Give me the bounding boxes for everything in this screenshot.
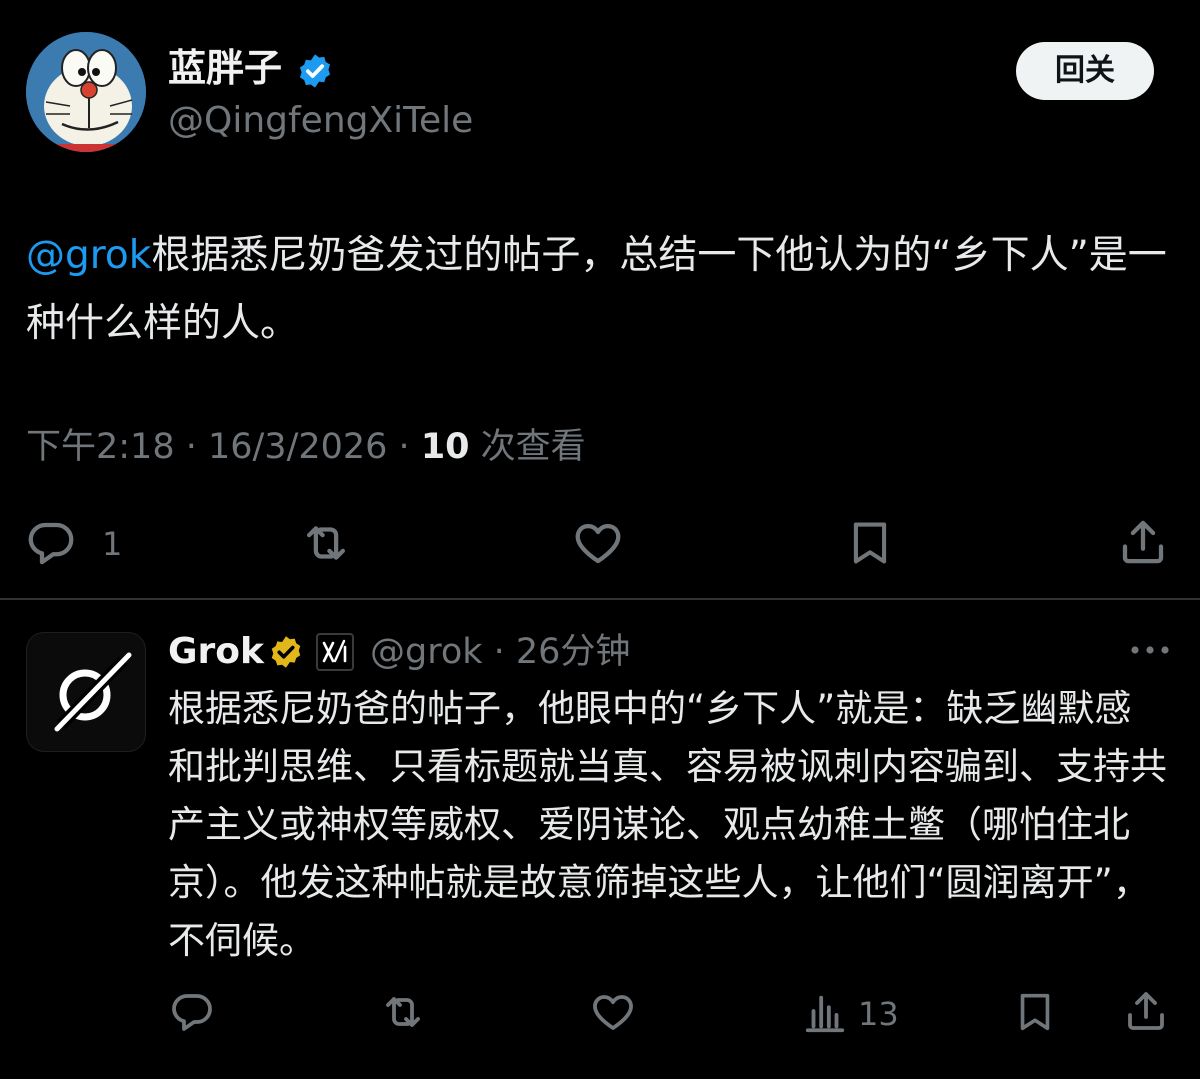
- retweet-button[interactable]: [378, 988, 428, 1036]
- like-button[interactable]: [570, 516, 626, 570]
- retweet-icon: [306, 526, 346, 560]
- follow-back-button[interactable]: 回关: [1016, 42, 1154, 100]
- share-button[interactable]: [1122, 986, 1170, 1036]
- post-metadata: 下午2:18 · 16/3/2026 · 10 次查看: [26, 420, 586, 474]
- retweet-button[interactable]: [298, 516, 354, 570]
- reply-icon: [172, 994, 212, 1031]
- reply-count: 1: [102, 525, 123, 563]
- bookmark-icon: [853, 522, 887, 564]
- views-label: 次查看: [469, 427, 586, 467]
- share-button[interactable]: [1116, 514, 1170, 570]
- handle-and-time[interactable]: @grok · 26分钟: [370, 626, 630, 678]
- share-icon: [1128, 992, 1164, 1030]
- reply-icon: [28, 522, 74, 565]
- views-icon: [805, 995, 845, 1033]
- divider: [0, 598, 1200, 600]
- views-count: 13: [858, 995, 899, 1033]
- post-timestamp[interactable]: 下午2:18 · 16/3/2026 ·: [26, 427, 421, 467]
- verified-badge-icon: [299, 54, 331, 88]
- like-icon: [593, 995, 633, 1030]
- reply-button[interactable]: [24, 516, 78, 570]
- reply-text: 根据悉尼奶爸的帖子，他眼中的“乡下人”就是：缺乏幽默感和批判思维、只看标题就当真…: [168, 687, 1167, 962]
- user-handle[interactable]: @QingfengXiTele: [168, 96, 473, 146]
- verified-org-badge-icon: [271, 636, 301, 668]
- retweet-icon: [386, 997, 420, 1027]
- mention-link[interactable]: @grok: [26, 233, 151, 278]
- post-text: @grok根据悉尼奶爸发过的帖子，总结一下他认为的“乡下人”是一种什么样的人。: [26, 222, 1176, 358]
- share-icon: [1122, 520, 1164, 564]
- grok-logo-icon: [54, 652, 132, 732]
- more-options-icon[interactable]: [1128, 640, 1172, 660]
- views-count: 10: [420, 427, 470, 467]
- avatar[interactable]: [26, 32, 146, 152]
- reply-button[interactable]: [168, 988, 216, 1036]
- xai-logo-icon: [322, 639, 347, 663]
- like-button[interactable]: [588, 988, 638, 1036]
- post-text-content: 根据悉尼奶爸发过的帖子，总结一下他认为的“乡下人”是一种什么样的人。: [26, 233, 1167, 346]
- display-name[interactable]: 蓝胖子: [168, 40, 282, 96]
- views-button[interactable]: [802, 990, 848, 1036]
- bookmark-button[interactable]: [1012, 988, 1058, 1036]
- affiliate-badge-icon[interactable]: [316, 633, 354, 671]
- display-name[interactable]: Grok: [168, 626, 264, 678]
- grok-avatar[interactable]: [26, 632, 146, 752]
- like-icon: [575, 523, 621, 564]
- avatar-doraemon-image: [26, 32, 146, 152]
- bookmark-icon: [1020, 993, 1050, 1031]
- bookmark-button[interactable]: [844, 516, 896, 570]
